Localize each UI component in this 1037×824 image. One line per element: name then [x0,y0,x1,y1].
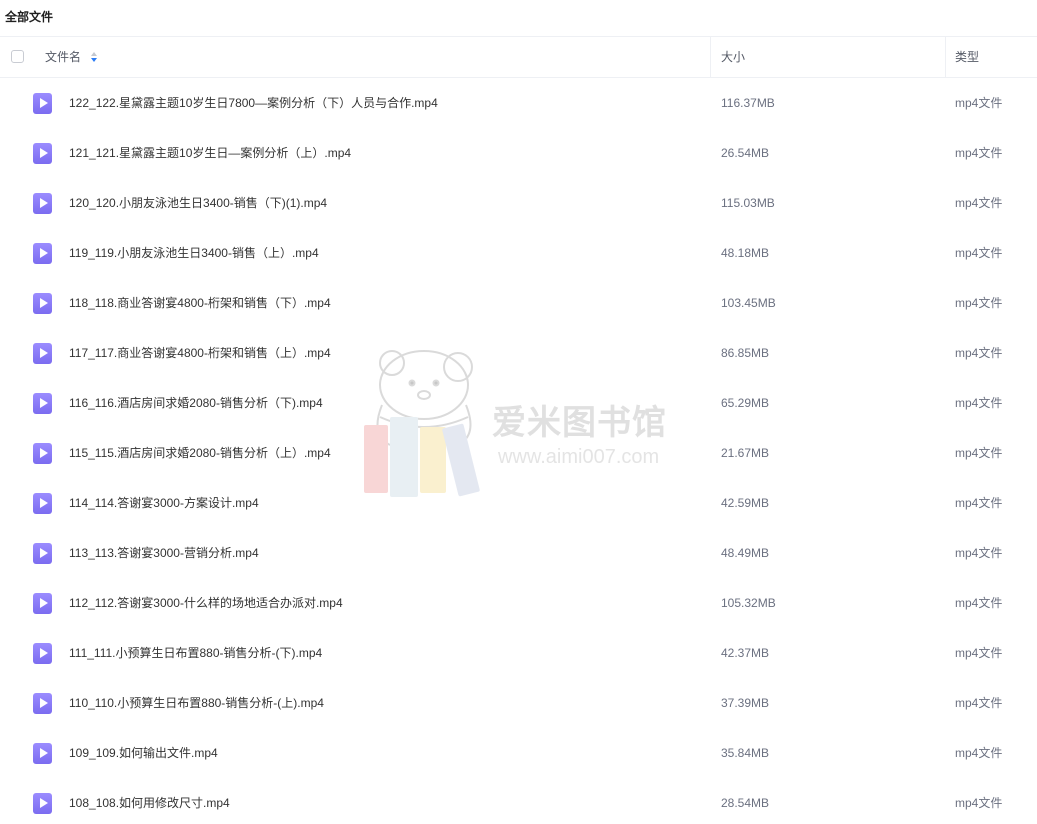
video-file-icon [33,193,52,214]
file-list: 122_122.星黛露主题10岁生日7800—案例分析（下）人员与合作.mp4 1… [0,78,1037,824]
file-size: 42.59MB [721,496,770,510]
file-type: mp4文件 [955,196,1003,210]
file-name[interactable]: 113_113.答谢宴3000-营销分析.mp4 [69,528,259,578]
video-file-icon [33,143,52,164]
file-row[interactable]: 119_119.小朋友泳池生日3400-销售（上）.mp4 48.18MB mp4文… [0,228,1037,278]
video-file-icon [33,343,52,364]
video-file-icon [33,243,52,264]
file-size: 48.49MB [721,546,770,560]
file-size: 115.03MB [721,196,775,210]
column-header-size[interactable]: 大小 [721,37,745,77]
video-file-icon [33,443,52,464]
file-type: mp4文件 [955,796,1003,810]
select-all-checkbox[interactable] [11,50,24,63]
file-size: 86.85MB [721,346,770,360]
file-type: mp4文件 [955,746,1003,760]
file-name[interactable]: 111_111.小预算生日布置880-销售分析-(下).mp4 [69,628,322,678]
file-name[interactable]: 121_121.星黛露主题10岁生日—案例分析（上）.mp4 [69,128,351,178]
video-file-icon [33,643,52,664]
video-file-icon [33,393,52,414]
file-size: 28.54MB [721,796,770,810]
video-file-icon [33,543,52,564]
column-header-type[interactable]: 类型 [955,37,979,77]
file-type: mp4文件 [955,696,1003,710]
file-size: 65.29MB [721,396,770,410]
column-header-name[interactable]: 文件名 [45,37,81,77]
file-type: mp4文件 [955,546,1003,560]
file-name[interactable]: 110_110.小预算生日布置880-销售分析-(上).mp4 [69,678,324,728]
file-row[interactable]: 118_118.商业答谢宴4800-桁架和销售（下）.mp4 103.45MB mp… [0,278,1037,328]
file-type: mp4文件 [955,446,1003,460]
video-file-icon [33,693,52,714]
file-type: mp4文件 [955,646,1003,660]
file-name[interactable]: 122_122.星黛露主题10岁生日7800—案例分析（下）人员与合作.mp4 [69,78,438,128]
file-row[interactable]: 120_120.小朋友泳池生日3400-销售（下)(1).mp4 115.03MB… [0,178,1037,228]
file-row[interactable]: 112_112.答谢宴3000-什么样的场地适合办派对.mp4 105.32MB m… [0,578,1037,628]
file-type: mp4文件 [955,146,1003,160]
file-name[interactable]: 112_112.答谢宴3000-什么样的场地适合办派对.mp4 [69,578,343,628]
file-type: mp4文件 [955,596,1003,610]
file-row[interactable]: 109_109.如何输出文件.mp4 35.84MB mp4文件 [0,728,1037,778]
file-name[interactable]: 120_120.小朋友泳池生日3400-销售（下)(1).mp4 [69,178,327,228]
file-row[interactable]: 111_111.小预算生日布置880-销售分析-(下).mp4 42.37MB mp… [0,628,1037,678]
file-name[interactable]: 118_118.商业答谢宴4800-桁架和销售（下）.mp4 [69,278,331,328]
file-browser: 全部文件 文件名 大小 类型 122_122.星黛露主题10岁生日7800—案例… [0,0,1037,824]
file-row[interactable]: 122_122.星黛露主题10岁生日7800—案例分析（下）人员与合作.mp4 1… [0,78,1037,128]
video-file-icon [33,593,52,614]
file-name[interactable]: 119_119.小朋友泳池生日3400-销售（上）.mp4 [69,228,319,278]
video-file-icon [33,743,52,764]
file-row[interactable]: 116_116.酒店房间求婚2080-销售分析（下).mp4 65.29MB mp4… [0,378,1037,428]
sort-icon[interactable] [90,51,98,63]
file-size: 103.45MB [721,296,776,310]
file-table-header: 文件名 大小 类型 [0,36,1037,78]
column-divider[interactable] [710,37,711,77]
file-type: mp4文件 [955,246,1003,260]
video-file-icon [33,493,52,514]
file-size: 37.39MB [721,696,770,710]
file-type: mp4文件 [955,96,1003,110]
file-row[interactable]: 113_113.答谢宴3000-营销分析.mp4 48.49MB mp4文件 [0,528,1037,578]
file-row[interactable]: 115_115.酒店房间求婚2080-销售分析（上）.mp4 21.67MB mp4… [0,428,1037,478]
video-file-icon [33,793,52,814]
video-file-icon [33,293,52,314]
file-size: 26.54MB [721,146,770,160]
file-name[interactable]: 108_108.如何用修改尺寸.mp4 [69,778,230,824]
file-size: 48.18MB [721,246,770,260]
file-size: 105.32MB [721,596,776,610]
file-name[interactable]: 117_117.商业答谢宴4800-桁架和销售（上）.mp4 [69,328,331,378]
video-file-icon [33,93,52,114]
file-row[interactable]: 114_114.答谢宴3000-方案设计.mp4 42.59MB mp4文件 [0,478,1037,528]
file-name[interactable]: 109_109.如何输出文件.mp4 [69,728,218,778]
file-size: 35.84MB [721,746,770,760]
file-size: 116.37MB [721,96,775,110]
file-size: 21.67MB [721,446,770,460]
file-row[interactable]: 121_121.星黛露主题10岁生日—案例分析（上）.mp4 26.54MB mp4… [0,128,1037,178]
file-type: mp4文件 [955,296,1003,310]
file-row[interactable]: 108_108.如何用修改尺寸.mp4 28.54MB mp4文件 [0,778,1037,824]
column-divider[interactable] [945,37,946,77]
file-size: 42.37MB [721,646,770,660]
file-name[interactable]: 114_114.答谢宴3000-方案设计.mp4 [69,478,259,528]
file-row[interactable]: 110_110.小预算生日布置880-销售分析-(上).mp4 37.39MB mp… [0,678,1037,728]
file-type: mp4文件 [955,496,1003,510]
file-name[interactable]: 115_115.酒店房间求婚2080-销售分析（上）.mp4 [69,428,331,478]
file-row[interactable]: 117_117.商业答谢宴4800-桁架和销售（上）.mp4 86.85MB mp4… [0,328,1037,378]
file-type: mp4文件 [955,396,1003,410]
file-type: mp4文件 [955,346,1003,360]
breadcrumb[interactable]: 全部文件 [5,8,53,25]
file-name[interactable]: 116_116.酒店房间求婚2080-销售分析（下).mp4 [69,378,323,428]
